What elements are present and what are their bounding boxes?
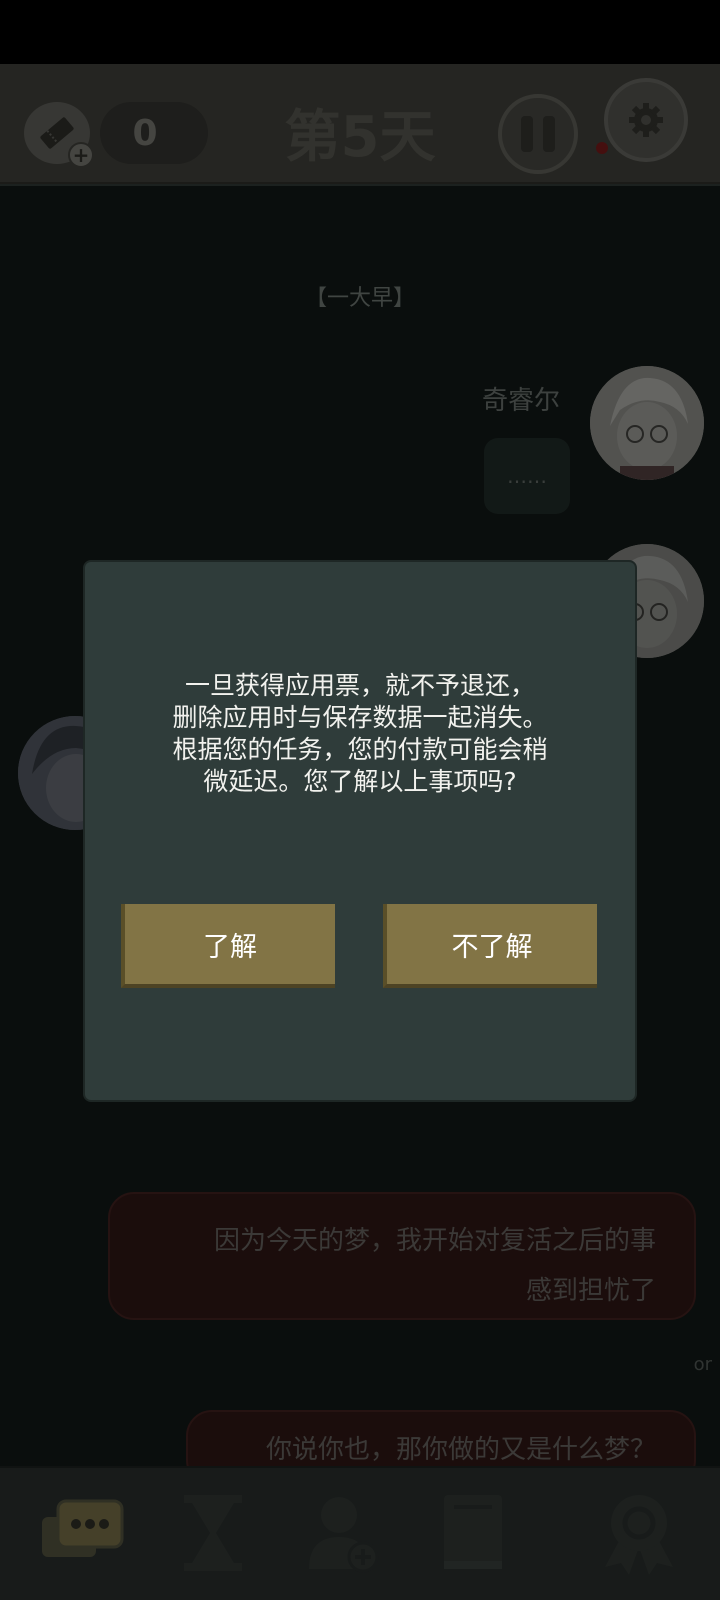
confirm-dialog: 一旦获得应用票，就不予退还， 删除应用时与保存数据一起消失。 根据您的任务，您的… (85, 562, 635, 1100)
confirm-button[interactable]: 了解 (121, 904, 335, 988)
decline-button[interactable]: 不了解 (383, 904, 597, 988)
dialog-message: 一旦获得应用票，就不予退还， 删除应用时与保存数据一起消失。 根据您的任务，您的… (172, 671, 548, 796)
